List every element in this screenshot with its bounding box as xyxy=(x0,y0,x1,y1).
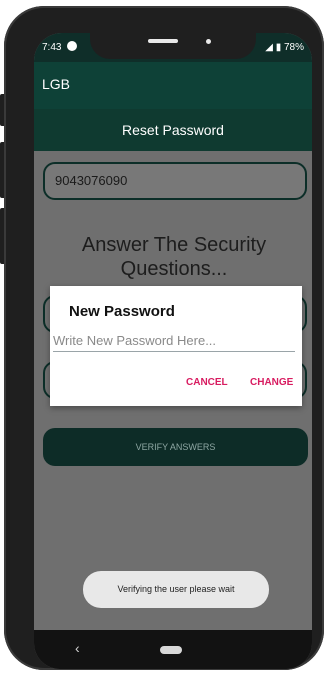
speaker-icon xyxy=(148,39,178,43)
navigation-bar: ‹ xyxy=(34,630,312,669)
verify-answers-button[interactable]: VERIFY ANSWERS xyxy=(43,428,308,466)
back-chevron-icon[interactable]: ‹ xyxy=(75,640,80,656)
status-time: 7:43 xyxy=(42,42,62,53)
dialog-title: New Password xyxy=(69,303,175,320)
page-title: Reset Password xyxy=(34,109,312,151)
status-app-icon xyxy=(67,41,77,51)
signal-icon: ◢ xyxy=(265,42,273,53)
battery-icon: ▮ xyxy=(275,42,282,53)
security-question-heading: Answer The Security Questions... xyxy=(81,234,267,280)
phone-frame: 7:43 ◢ ▮ 78% LGB Reset Password 90430760… xyxy=(4,6,324,670)
new-password-input[interactable]: Write New Password Here... xyxy=(53,331,295,352)
new-password-dialog: New Password Write New Password Here... … xyxy=(50,286,302,406)
home-pill-icon[interactable] xyxy=(160,646,182,654)
camera-icon xyxy=(206,39,211,44)
phone-number-field[interactable]: 9043076090 xyxy=(43,162,307,200)
app-bar: LGB xyxy=(34,62,312,109)
battery-level: 78% xyxy=(283,42,304,53)
cancel-button[interactable]: CANCEL xyxy=(186,377,228,388)
battery-indicator: ◢ ▮ 78% xyxy=(265,42,304,53)
app-title: LGB xyxy=(42,76,71,92)
change-button[interactable]: CHANGE xyxy=(250,377,293,388)
screen: 7:43 ◢ ▮ 78% LGB Reset Password 90430760… xyxy=(34,33,312,669)
toast-message: Verifying the user please wait xyxy=(83,571,269,608)
status-bar: 7:43 ◢ ▮ 78% xyxy=(34,33,312,62)
camera-notch xyxy=(90,33,256,59)
